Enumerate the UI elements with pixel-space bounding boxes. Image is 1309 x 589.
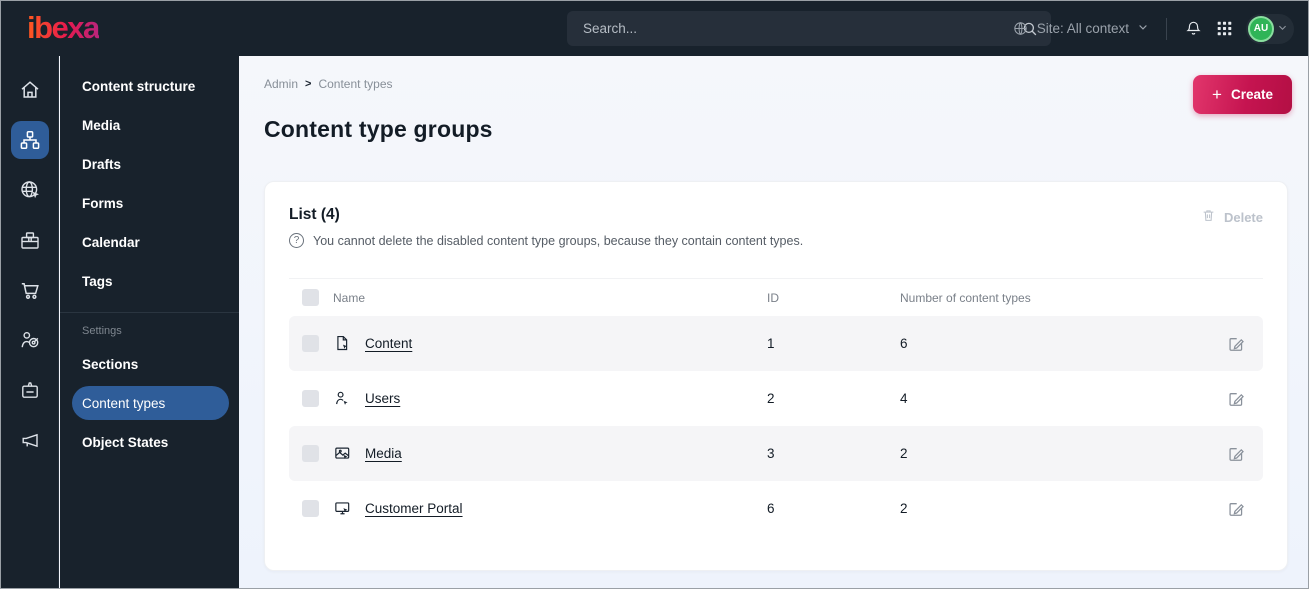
menu-divider [60, 312, 239, 313]
select-all-checkbox[interactable] [302, 289, 319, 306]
sidebar-item-content-structure[interactable]: Content structure [72, 69, 229, 103]
row-checkbox[interactable] [302, 390, 319, 407]
topbar-right-controls: Site: All context AU [1012, 1, 1294, 56]
home-icon[interactable] [11, 71, 49, 109]
file-icon [333, 334, 352, 353]
table-row: Customer Portal 6 2 [289, 481, 1263, 536]
list-title: List (4) [289, 206, 340, 223]
group-count: 6 [900, 336, 908, 351]
package-icon[interactable] [11, 221, 49, 259]
ibexa-admin-screen: ibexa Site: All context [0, 0, 1309, 589]
edit-button[interactable] [1225, 333, 1247, 355]
breadcrumb-current: Content types [318, 77, 393, 91]
icon-rail [1, 56, 59, 588]
sidebar-item-forms[interactable]: Forms [72, 186, 229, 220]
group-count: 2 [900, 446, 908, 461]
group-count: 4 [900, 391, 908, 406]
row-checkbox[interactable] [302, 335, 319, 352]
breadcrumb-separator: > [305, 78, 312, 90]
cart-icon[interactable] [11, 271, 49, 309]
sidebar-item-sections[interactable]: Sections [72, 347, 229, 381]
user-menu[interactable]: AU [1246, 13, 1294, 44]
menu-section-label: Settings [82, 325, 122, 337]
group-id: 2 [767, 391, 775, 406]
global-search [567, 11, 1051, 46]
sidebar-item-object-states[interactable]: Object States [72, 425, 229, 459]
sitemap-icon[interactable] [10, 121, 49, 159]
search-input[interactable] [567, 21, 1021, 36]
group-name-link[interactable]: Media [365, 446, 402, 461]
content-type-groups-table: Name ID Number of content types Content … [289, 278, 1263, 536]
create-button[interactable]: + Create [1193, 75, 1292, 114]
row-checkbox[interactable] [302, 500, 319, 517]
column-header-name: Name [333, 290, 366, 305]
plus-icon: + [1212, 85, 1222, 104]
row-checkbox[interactable] [302, 445, 319, 462]
group-name-link[interactable]: Content [365, 336, 412, 351]
table-row: Content 1 6 [289, 316, 1263, 371]
breadcrumb-admin[interactable]: Admin [264, 77, 298, 91]
content-type-groups-card: List (4) ? You cannot delete the disable… [264, 181, 1288, 571]
topbar-divider [1166, 17, 1167, 40]
group-name-link[interactable]: Users [365, 391, 400, 406]
edit-button[interactable] [1225, 443, 1247, 465]
globe-cursor-icon[interactable] [11, 171, 49, 209]
image-icon [333, 444, 352, 463]
globe-icon [1012, 20, 1029, 37]
monitor-icon [333, 499, 352, 518]
sidebar-item-calendar[interactable]: Calendar [72, 225, 229, 259]
sidebar-item-content-types[interactable]: Content types [72, 386, 229, 420]
app-grid-icon[interactable] [1216, 20, 1233, 37]
group-count: 2 [900, 501, 908, 516]
chevron-down-icon [1277, 20, 1288, 38]
column-header-id: ID [767, 290, 779, 305]
chevron-down-icon [1137, 20, 1149, 38]
sidebar-item-media[interactable]: Media [72, 108, 229, 142]
page-title: Content type groups [264, 116, 493, 142]
notifications-bell-icon[interactable] [1184, 19, 1203, 38]
table-row: Users 2 4 [289, 371, 1263, 426]
sidebar-item-drafts[interactable]: Drafts [72, 147, 229, 181]
delete-button-label: Delete [1223, 209, 1263, 225]
table-row: Media 3 2 [289, 426, 1263, 481]
trash-icon [1201, 208, 1216, 226]
edit-button[interactable] [1225, 498, 1247, 520]
badge-icon[interactable] [11, 371, 49, 409]
group-id: 1 [767, 336, 775, 351]
group-id: 3 [767, 446, 775, 461]
delete-button[interactable]: Delete [1201, 208, 1263, 226]
site-selector-label: Site: All context [1036, 21, 1129, 36]
column-header-count: Number of content types [900, 290, 1031, 305]
breadcrumb: Admin > Content types [264, 77, 393, 91]
ibexa-logo[interactable]: ibexa [27, 10, 100, 46]
sidebar-menu: Content structure Media Drafts Forms Cal… [60, 56, 239, 588]
topbar: ibexa Site: All context [1, 1, 1308, 56]
create-button-label: Create [1230, 87, 1273, 102]
site-context-selector[interactable]: Site: All context [1012, 20, 1149, 38]
main-content: Admin > Content types + Create Content t… [239, 56, 1308, 588]
table-header-row: Name ID Number of content types [289, 278, 1263, 316]
group-id: 6 [767, 501, 775, 516]
sidebar-item-tags[interactable]: Tags [72, 264, 229, 298]
hint-row: ? You cannot delete the disabled content… [289, 233, 1263, 248]
group-name-link[interactable]: Customer Portal [365, 501, 463, 516]
edit-button[interactable] [1225, 388, 1247, 410]
target-audience-icon[interactable] [11, 321, 49, 359]
help-circle-icon: ? [289, 233, 304, 248]
megaphone-icon[interactable] [11, 421, 49, 459]
avatar: AU [1248, 15, 1274, 42]
hint-text: You cannot delete the disabled content t… [313, 233, 804, 248]
user-icon [333, 389, 352, 408]
